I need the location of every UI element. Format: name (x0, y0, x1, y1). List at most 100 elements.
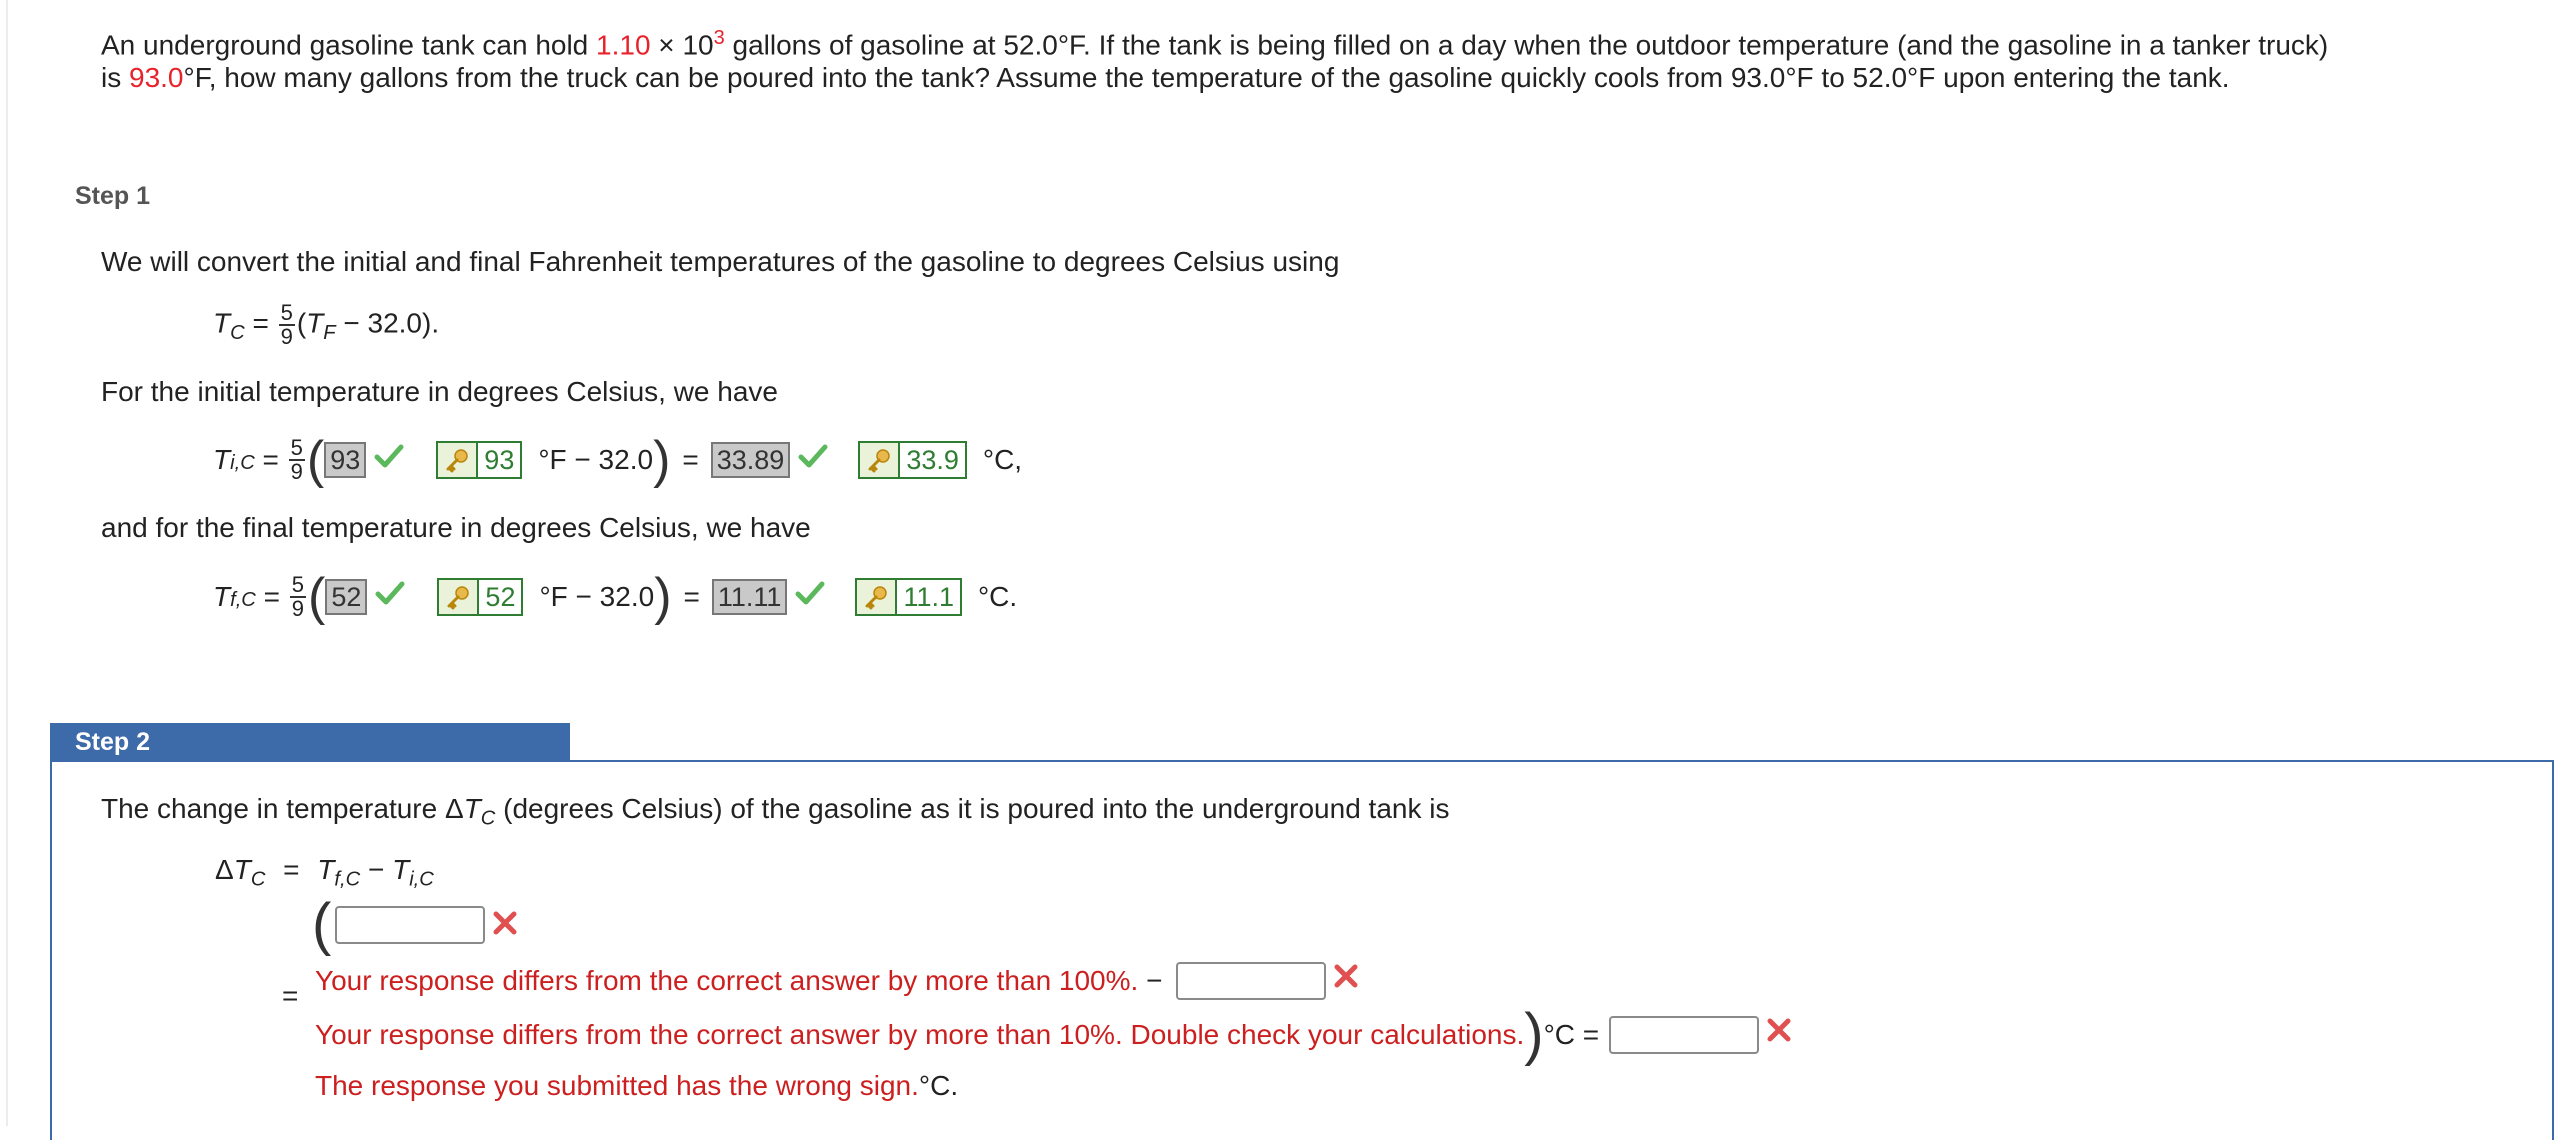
five-ninths-fraction: 59 (278, 300, 295, 349)
initial-lhs: T (213, 444, 231, 475)
tf-var: T (317, 854, 335, 885)
ti-var: T (392, 854, 410, 885)
final-f-key-value: 52 (485, 582, 516, 612)
delta-error-row: The response you submitted has the wrong… (315, 1066, 958, 1106)
final-temp-text: and for the final temperature in degrees… (101, 512, 811, 543)
step-2-intro: The change in temperature ΔTC (degrees C… (101, 789, 1449, 839)
delta-tc-answer-input[interactable] (1609, 1016, 1760, 1054)
capacity-exponent: 3 (713, 27, 725, 49)
initial-c-submitted: 33.89 (710, 442, 791, 478)
initial-c-unit: °C, (982, 444, 1023, 475)
step-1-label: Step 1 (75, 182, 151, 210)
delta-unit-equals: °C = (1543, 1019, 1600, 1050)
formula-equals: = (244, 307, 277, 339)
correct-check-icon (798, 440, 828, 480)
final-equals: = (255, 581, 288, 612)
initial-open-paren: ( (306, 431, 325, 489)
step-2-intro-a: The change in temperature Δ (101, 793, 464, 824)
formula-var-sub: F (323, 321, 336, 344)
final-frac-num: 5 (289, 572, 307, 598)
problem-line-2: is 93.0°F, how many gallons from the tru… (101, 58, 2230, 98)
delta-result-row: Your response differs from the correct a… (315, 1002, 1793, 1067)
initial-fraction: 59 (288, 435, 305, 484)
key-icon (439, 580, 480, 614)
incorrect-x-icon (1765, 1015, 1793, 1055)
problem-text-rest: °F, how many gallons from the truck can … (183, 62, 2230, 93)
final-f-submitted: 52 (325, 579, 368, 615)
step-2-label: Step 2 (50, 723, 570, 761)
formula-lhs: T (213, 307, 231, 339)
final-lhs-sub: f,C (230, 589, 256, 611)
incorrect-x-icon (1332, 961, 1360, 1001)
delta-t-sub: C (250, 868, 266, 891)
formula-lhs-sub: C (230, 321, 245, 344)
second-equals: = (282, 980, 299, 1011)
key-icon (438, 443, 479, 477)
problem-text-prefix: is (101, 62, 129, 93)
conversion-formula: TC = 5 9 (TF − 32.0). (213, 302, 439, 353)
times-ten: × 10 (650, 29, 714, 61)
formula-paren: ( (296, 307, 307, 339)
delta-error-message: The response you submitted has the wrong… (315, 1070, 919, 1101)
correct-check-icon (795, 577, 825, 617)
initial-temp-text: For the initial temperature in degrees C… (101, 376, 779, 407)
initial-f-submitted: 93 (324, 442, 367, 478)
truck-temp-value: 93.0 (129, 62, 184, 93)
final-close-paren: ) (654, 568, 672, 626)
delta-symbol: Δ (215, 854, 234, 885)
initial-frac-num: 5 (288, 435, 305, 461)
final-f-unit: °F − 32.0 (539, 581, 655, 612)
tf-error-message: Your response differs from the correct a… (315, 965, 1139, 996)
final-c-answer-key[interactable]: 11.1 (855, 578, 962, 616)
step-2-intro-b: (degrees Celsius) of the gasoline as it … (495, 793, 1450, 824)
correct-check-icon (375, 577, 405, 617)
initial-frac-den: 9 (290, 459, 303, 484)
problem-text-cont: gallons of gasoline at 52.0°F. If the ta… (724, 29, 2329, 61)
tf-answer-input[interactable] (335, 906, 486, 944)
final-c-submitted: 11.11 (711, 579, 788, 615)
key-icon (860, 443, 901, 477)
page-left-border (6, 0, 8, 1126)
final-open-paren: ( (308, 568, 326, 626)
problem-text: An underground gasoline tank can hold (101, 29, 597, 61)
delta-equals: = (283, 854, 300, 885)
ti-answer-input[interactable] (1176, 962, 1327, 1000)
capacity-value: 1.10 (596, 29, 651, 61)
initial-c-key-value: 33.9 (906, 445, 959, 475)
final-frac-den: 9 (291, 596, 305, 621)
tf-input-row: ( (312, 892, 519, 957)
delta-minus: − (360, 854, 393, 885)
ti-input-row: Your response differs from the correct a… (315, 961, 1360, 1001)
incorrect-x-icon (491, 909, 519, 942)
initial-f-key-value: 93 (484, 445, 515, 475)
initial-f-answer-key[interactable]: 93 (436, 441, 523, 479)
final-equals-2: = (683, 581, 700, 612)
formula-var: T (306, 307, 324, 339)
second-minus: − (1138, 965, 1171, 996)
initial-f-unit: °F − 32.0 (538, 444, 654, 475)
step-2-intro-sub: C (480, 807, 496, 830)
initial-c-answer-key[interactable]: 33.9 (858, 441, 967, 479)
delta-t-var: T (233, 854, 251, 885)
delta-error-unit: °C. (918, 1070, 959, 1101)
initial-equals: = (254, 444, 287, 475)
formula-rest: − 32.0). (335, 307, 440, 339)
final-lhs: T (213, 581, 231, 612)
correct-check-icon (374, 440, 404, 480)
ti-sub: i,C (409, 868, 434, 891)
tf-sub: f,C (334, 868, 361, 891)
key-icon (857, 580, 898, 614)
fraction-numerator: 5 (278, 300, 295, 326)
initial-temp-row: Ti,C = 59 ( 93 93 °F − 32.0 ) = 33.89 33… (213, 431, 1023, 489)
delta-close-paren: ) (1524, 1002, 1544, 1067)
initial-close-paren: ) (653, 431, 671, 489)
delta-open-paren: ( (312, 892, 332, 957)
step-1-intro: We will convert the initial and final Fa… (101, 246, 1340, 277)
final-f-answer-key[interactable]: 52 (437, 578, 524, 616)
initial-equals-2: = (682, 444, 699, 475)
ti-error-message: Your response differs from the correct a… (315, 1019, 1525, 1050)
initial-lhs-sub: i,C (230, 452, 255, 474)
fraction-denominator: 9 (280, 324, 293, 349)
final-fraction: 59 (289, 572, 307, 621)
final-c-unit: °C. (977, 581, 1018, 612)
